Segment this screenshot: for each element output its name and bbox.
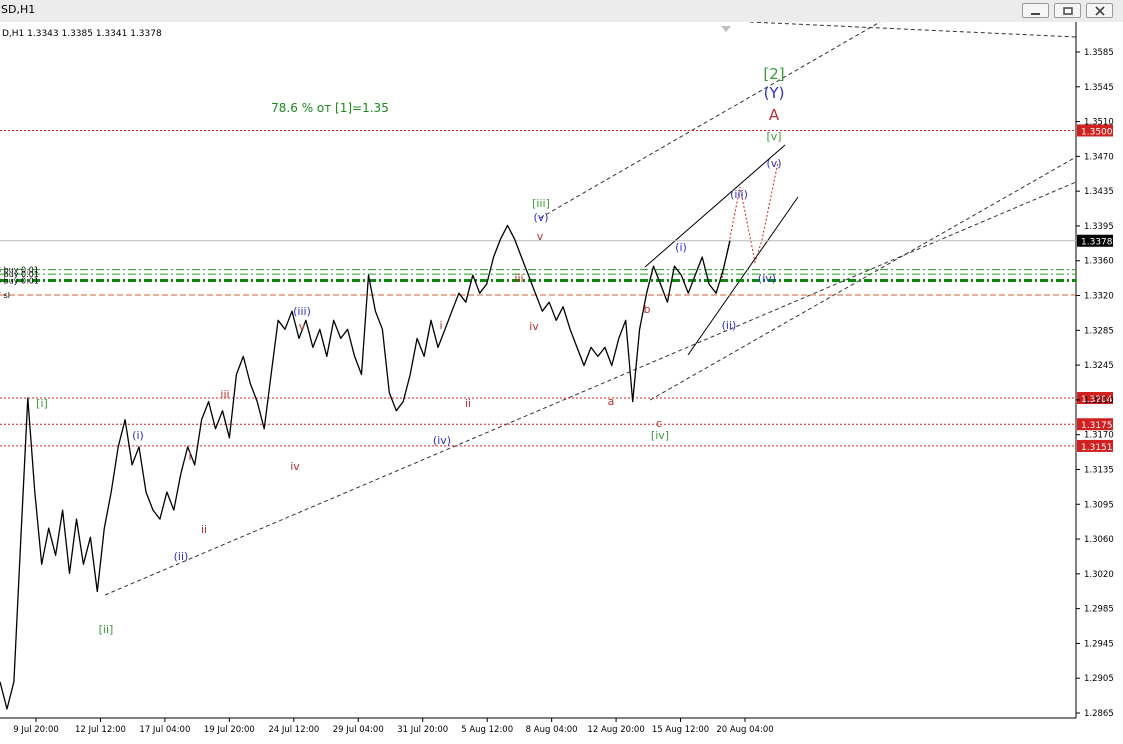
minimize-icon	[1031, 13, 1040, 15]
wave-label-28: A	[769, 106, 780, 124]
y-tick-label-0: 1.3585	[1084, 48, 1114, 58]
x-tick-label-5: 29 Jul 04:00	[333, 725, 384, 735]
y-tick-label-8: 1.3285	[1084, 326, 1114, 336]
fib-annotation: 78.6 % от [1]=1.35	[271, 101, 389, 115]
x-tick-label-0: 9 Jul 20:00	[13, 725, 59, 735]
x-tick-label-8: 8 Aug 04:00	[526, 725, 578, 735]
wave-label-17: [iii]	[532, 197, 550, 210]
y-tick-label-14: 1.3060	[1084, 535, 1114, 545]
wave-label-19: b	[644, 303, 651, 316]
y-tick-label-1: 1.3545	[1084, 83, 1114, 93]
y-tick-label-16: 1.2985	[1084, 605, 1114, 615]
order-label-2: 3 buy 0.01	[0, 277, 39, 286]
wave-label-21: [iv]	[651, 429, 669, 442]
minimize-button[interactable]	[1022, 3, 1049, 18]
order-label-3: 7 sl	[0, 291, 10, 300]
wave-label-29: (Y)	[764, 84, 785, 102]
x-tick-label-2: 17 Jul 04:00	[139, 725, 190, 735]
wave-label-6: iii	[220, 388, 229, 401]
wave-label-14: iv	[529, 320, 539, 333]
close-button[interactable]	[1086, 3, 1113, 18]
level-label-0: 1.3500	[1081, 127, 1113, 137]
x-tick-label-7: 5 Aug 12:00	[461, 725, 513, 735]
x-tick-label-6: 31 Jul 20:00	[397, 725, 448, 735]
wave-label-23: (ii)	[722, 319, 737, 332]
wave-label-26: (v)	[766, 157, 781, 170]
x-tick-label-11: 20 Aug 04:00	[716, 725, 773, 735]
wave-label-0: [i]	[36, 397, 48, 410]
level-label-3: 1.3151	[1081, 443, 1113, 453]
window-title-bar[interactable]: SD,H1	[0, 0, 1123, 23]
ohlc-readout: D,H1 1.3343 1.3385 1.3341 1.3378	[2, 29, 162, 39]
wave-label-5: ii	[201, 523, 207, 536]
y-tick-label-19: 1.2865	[1084, 709, 1114, 719]
y-tick-label-18: 1.2905	[1084, 674, 1114, 684]
y-tick-label-7: 1.3320	[1084, 292, 1114, 302]
y-tick-label-6: 1.3360	[1084, 257, 1114, 267]
wave-label-18: a	[608, 395, 615, 408]
wave-label-25: (iv)	[758, 272, 776, 285]
chart-window: SD,H1 1.3500 1.3204 1.3175 1.3151 1.3378 3 b…	[0, 0, 1123, 744]
price-chart[interactable]: 1.35001.32041.31751.31511.3378 3 buy 0.0…	[0, 22, 1123, 744]
wave-label-16: (v)	[533, 211, 548, 224]
y-tick-label-5: 1.3395	[1084, 222, 1114, 232]
window-title: SD,H1	[1, 3, 36, 16]
wave-label-30: [2]	[763, 65, 784, 83]
plot-area	[0, 22, 1076, 718]
y-tick-label-12: 1.3135	[1084, 465, 1114, 475]
y-tick-label-13: 1.3095	[1084, 500, 1114, 510]
wave-label-13: iii	[514, 272, 523, 285]
wave-label-1: [ii]	[99, 623, 114, 636]
x-tick-label-4: 24 Jul 12:00	[268, 725, 319, 735]
wave-label-3: (ii)	[174, 550, 189, 563]
restore-icon	[1063, 7, 1073, 15]
restore-button[interactable]	[1054, 3, 1081, 18]
y-tick-label-2: 1.3510	[1084, 118, 1114, 128]
current-price-label: 1.3378	[1081, 238, 1113, 248]
x-tick-label-10: 15 Aug 12:00	[652, 725, 709, 735]
wave-label-27: [v]	[766, 130, 781, 143]
wave-label-7: iv	[290, 460, 300, 473]
wave-label-11: i	[439, 319, 442, 332]
wave-label-4: i	[188, 450, 191, 463]
y-tick-label-9: 1.3245	[1084, 361, 1114, 371]
wave-label-10: (iv)	[433, 434, 451, 447]
y-tick-label-3: 1.3470	[1084, 152, 1114, 162]
wave-label-22: (i)	[675, 241, 687, 254]
wave-label-12: ii	[465, 397, 471, 410]
y-tick-label-10: 1.3210	[1084, 396, 1114, 406]
x-tick-label-3: 19 Jul 20:00	[204, 725, 255, 735]
x-tick-label-1: 12 Jul 12:00	[75, 725, 126, 735]
y-tick-label-17: 1.2945	[1084, 639, 1114, 649]
y-tick-label-11: 1.3170	[1084, 431, 1114, 441]
close-icon	[1095, 6, 1105, 16]
y-tick-label-15: 1.3020	[1084, 570, 1114, 580]
y-tick-label-4: 1.3435	[1084, 187, 1114, 197]
wave-label-15: v	[537, 230, 544, 243]
x-tick-label-9: 12 Aug 20:00	[587, 725, 644, 735]
wave-label-24: (iii)	[730, 188, 748, 201]
wave-label-8: v	[299, 320, 306, 333]
wave-label-9: (iii)	[293, 305, 311, 318]
wave-label-2: (i)	[132, 429, 144, 442]
